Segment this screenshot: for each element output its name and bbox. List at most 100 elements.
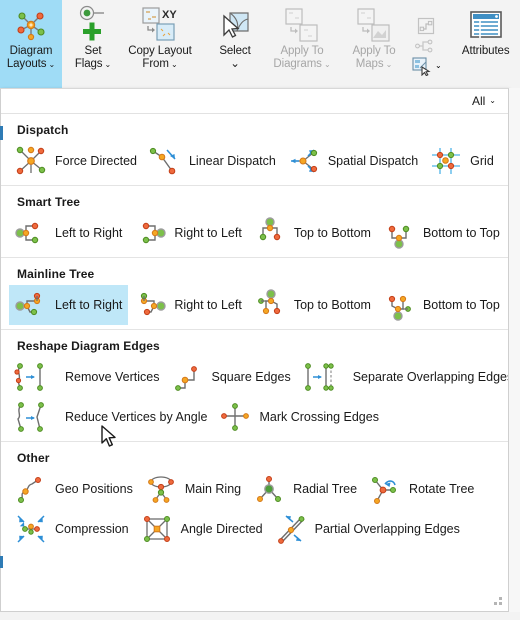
spatial-dispatch-icon [290,149,317,173]
gallery-item-mainline-left-to-right[interactable]: Left to Right [9,285,129,325]
section-title-other: Other [17,451,50,465]
section-row-other-1: Geo Positions Main Ring Radial Tree Rota… [1,469,508,509]
gallery-item-partial-overlapping-edges[interactable]: Partial Overlapping Edges [269,509,466,549]
section-row-reshape-2: Reduce Vertices by Angle Mark Crossing E… [1,397,508,437]
mainline-bottom-to-top-icon [388,295,411,321]
tree-right-to-left-icon [143,222,167,244]
gallery-item-separate-overlapping-edges[interactable]: Separate Overlapping Edges [297,357,508,397]
rotate-tree-icon [372,477,397,504]
gallery-item-geo-positions[interactable]: Geo Positions [9,469,139,509]
diagram-layouts-button[interactable]: Diagram Layouts ⌄ [0,0,62,88]
tree-left-to-right-icon [15,222,39,244]
apply-to-diagrams-label-1: Apply To [280,45,324,57]
tree-branch-row[interactable] [414,37,437,55]
ribbon-toolbar: Diagram Layouts ⌄ Set Flags ⌄ XY Copy La… [0,0,520,88]
gallery-item-label: Right to Left [174,298,242,312]
square-edges-icon [175,366,198,391]
linear-dispatch-icon [149,147,176,175]
gallery-item-smart-right-to-left[interactable]: Right to Left [128,213,247,253]
gallery-item-reduce-vertices-by-angle[interactable]: Reduce Vertices by Angle [9,397,213,437]
section-row-mainline-tree: Left to Right Right to Left Top to Botto… [1,285,508,325]
chevron-down-icon[interactable]: ⌄ [46,60,56,69]
gallery-item-rotate-tree[interactable]: Rotate Tree [363,469,480,509]
gallery-filter-label: All [471,94,486,108]
radial-tree-icon [257,476,282,502]
gallery-item-label: Main Ring [184,482,242,496]
angle-directed-icon [143,516,170,542]
diagram-settings-row[interactable]: ⌄ [410,56,442,76]
apply-to-maps-label-1: Apply To [352,45,396,57]
set-flags-label-1: Set [84,45,102,57]
apply-to-diagrams-button[interactable]: Apply To Diagrams ⌄ [266,0,338,88]
set-flags-button[interactable]: Set Flags ⌄ [62,0,124,88]
gallery-item-square-edges[interactable]: Square Edges [165,357,296,397]
gallery-item-label: Compression [55,522,129,536]
gallery-item-grid[interactable]: Grid [424,141,500,181]
mainline-right-to-left-icon [141,292,167,316]
chevron-down-icon[interactable]: ⌄ [229,58,241,71]
gallery-item-compression[interactable]: Compression [9,509,135,549]
resize-grip[interactable] [494,597,503,606]
gallery-item-mainline-top-to-bottom[interactable]: Top to Bottom [248,285,377,325]
left-accent-marker-top [0,126,3,140]
apply-to-maps-button[interactable]: Apply To Maps ⌄ [338,0,410,88]
set-flags-icon [74,5,112,45]
gallery-item-linear-dispatch[interactable]: Linear Dispatch [143,141,282,181]
gallery-item-radial-tree[interactable]: Radial Tree [247,469,363,509]
gallery-item-angle-directed[interactable]: Angle Directed [135,509,269,549]
gallery-item-main-ring[interactable]: Main Ring [139,469,247,509]
select-label: Select [219,45,251,57]
copy-layout-from-button[interactable]: XY Copy Layout From ⌄ [124,0,196,88]
gallery-item-label: Top to Bottom [293,298,371,312]
compression-icon [17,515,45,543]
gallery-item-label: Rotate Tree [409,482,475,496]
gallery-item-smart-top-to-bottom[interactable]: Top to Bottom [248,213,377,253]
tree-top-to-bottom-icon [259,217,281,241]
copy-layout-from-label-2: From ⌄ [142,57,178,70]
ribbon-group-selection-tools: Attributes Clear Select By Lo [450,0,520,88]
attributes-label: Attributes [461,45,510,57]
select-arrow-icon [218,5,252,45]
gallery-item-smart-left-to-right[interactable]: Left to Right [9,213,128,253]
diagram-settings-icon [412,57,431,76]
chevron-down-icon[interactable]: ⌄ [489,97,496,105]
ribbon-group-layout-tools: Diagram Layouts ⌄ Set Flags ⌄ XY Copy La… [0,0,196,88]
section-title-mainline-tree: Mainline Tree [17,267,95,281]
chevron-down-icon[interactable]: ⌄ [322,60,331,69]
set-flags-label-2: Flags ⌄ [74,57,112,70]
store-layout-row[interactable] [416,16,436,36]
gallery-item-spatial-dispatch[interactable]: Spatial Dispatch [282,141,424,181]
gallery-item-mark-crossing-edges[interactable]: Mark Crossing Edges [213,397,385,437]
section-row-smart-tree: Left to Right Right to Left Top to Botto… [1,213,508,253]
gallery-item-smart-bottom-to-top[interactable]: Bottom to Top [377,213,506,253]
store-layout-icon [417,17,434,35]
section-title-reshape-diagram-edges: Reshape Diagram Edges [17,339,160,353]
gallery-item-label: Top to Bottom [293,226,371,240]
mainline-left-to-right-icon [15,292,41,316]
ribbon-group-apply-tools: Select ⌄ Apply To Diagrams ⌄ Apply To Ma… [204,0,442,88]
attributes-button[interactable]: Attributes [450,0,520,88]
gallery-item-label: Square Edges [211,370,291,384]
section-row-other-2: Compression Angle Directed Partial Overl… [1,509,508,549]
window-bottom-strip [0,612,520,620]
section-row-reshape-1: Remove Vertices Square Edges Separate Ov… [1,357,508,397]
gallery-filter-all-button[interactable]: All ⌄ [472,94,496,108]
remove-vertices-icon [14,363,43,391]
gallery-item-force-directed[interactable]: Force Directed [9,141,143,181]
mark-crossing-edges-icon [221,403,250,431]
gallery-item-label: Separate Overlapping Edges [352,370,508,384]
chevron-down-icon[interactable]: ⌄ [169,60,178,69]
gallery-item-label: Force Directed [55,154,137,168]
chevron-down-icon[interactable]: ⌄ [435,62,442,70]
diagram-layouts-icon [14,5,48,45]
chevron-down-icon[interactable]: ⌄ [102,60,112,69]
diagram-layouts-gallery-window: Diagram Layouts ⌄ Set Flags ⌄ XY Copy La… [0,0,520,620]
gallery-item-label: Grid [470,154,494,168]
gallery-item-label: Radial Tree [293,482,358,496]
gallery-item-remove-vertices[interactable]: Remove Vertices [9,357,165,397]
chevron-down-icon[interactable]: ⌄ [384,60,393,69]
gallery-item-mainline-bottom-to-top[interactable]: Bottom to Top [377,285,506,325]
gallery-item-mainline-right-to-left[interactable]: Right to Left [128,285,247,325]
window-right-strip [509,88,520,612]
select-button[interactable]: Select ⌄ [204,0,266,88]
